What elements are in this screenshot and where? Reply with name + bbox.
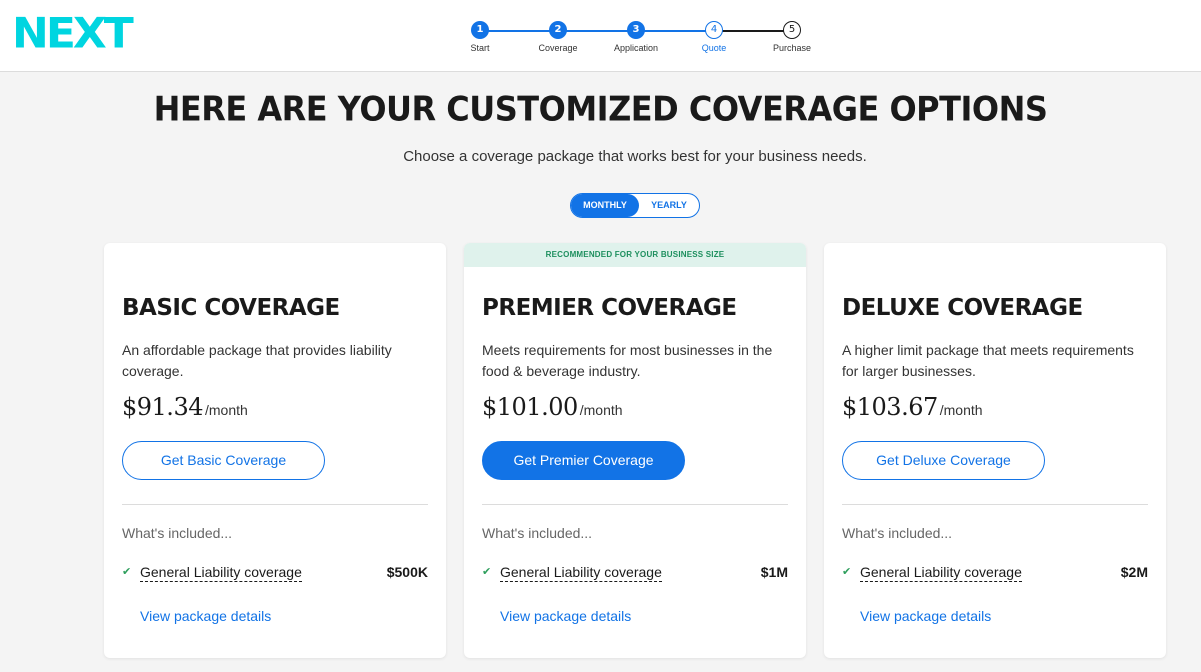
- get-premier-coverage-button[interactable]: Get Premier Coverage: [482, 441, 685, 480]
- whats-included-label: What's included...: [482, 525, 593, 541]
- plan-price-row: $91.34/month: [122, 393, 248, 421]
- general-liability-tooltip-label[interactable]: General Liability coverage: [140, 563, 302, 582]
- plan-period: /month: [204, 402, 248, 418]
- top-header: NEXT 1 Start 2 Coverage 3 Application 4 …: [0, 0, 1201, 72]
- plan-price: $91.34: [122, 393, 203, 421]
- view-package-details-link[interactable]: View package details: [140, 608, 271, 624]
- step-start: 1 Start: [440, 20, 520, 53]
- step-purchase: 5 Purchase: [752, 20, 832, 53]
- recommended-banner: RECOMMENDED FOR YOUR BUSINESS SIZE: [464, 243, 806, 267]
- whats-included-label: What's included...: [122, 525, 233, 541]
- general-liability-tooltip-label[interactable]: General Liability coverage: [860, 563, 1022, 582]
- page-title: HERE ARE YOUR CUSTOMIZED COVERAGE OPTION…: [153, 89, 1048, 129]
- page-subtitle: Choose a coverage package that works bes…: [403, 148, 867, 165]
- step-number: 2: [549, 21, 567, 39]
- toggle-yearly[interactable]: YEARLY: [639, 194, 699, 217]
- plan-period: /month: [579, 402, 623, 418]
- step-label: Quote: [701, 43, 727, 53]
- divider: [842, 504, 1148, 505]
- billing-toggle[interactable]: MONTHLY YEARLY: [570, 193, 700, 218]
- step-number: 5: [783, 21, 801, 39]
- coverage-amount: $500K: [386, 564, 428, 580]
- plan-title: DELUXE COVERAGE: [842, 295, 1083, 321]
- plan-title: PREMIER COVERAGE: [482, 295, 737, 321]
- step-label: Coverage: [538, 43, 578, 53]
- plan-price-row: $101.00/month: [482, 393, 623, 421]
- toggle-monthly[interactable]: MONTHLY: [571, 194, 639, 217]
- check-icon: ✔: [122, 565, 132, 578]
- step-number: 4: [705, 21, 723, 39]
- next-logo[interactable]: NEXT: [12, 11, 134, 57]
- general-liability-tooltip-label[interactable]: General Liability coverage: [500, 563, 662, 582]
- check-icon: ✔: [482, 565, 492, 578]
- plan-description: Meets requirements for most businesses i…: [482, 342, 773, 379]
- plan-title: BASIC COVERAGE: [122, 295, 340, 321]
- plan-card-basic: BASIC COVERAGE An affordable package tha…: [104, 243, 446, 658]
- divider: [122, 504, 428, 505]
- step-number: 1: [471, 21, 489, 39]
- get-basic-coverage-button[interactable]: Get Basic Coverage: [122, 441, 325, 480]
- step-number: 3: [627, 21, 645, 39]
- divider: [482, 504, 788, 505]
- check-icon: ✔: [842, 565, 852, 578]
- plan-description: A higher limit package that meets requir…: [842, 342, 1134, 379]
- plan-price-row: $103.67/month: [842, 393, 983, 421]
- step-application: 3 Application: [596, 20, 676, 53]
- plan-period: /month: [939, 402, 983, 418]
- view-package-details-link[interactable]: View package details: [500, 608, 631, 624]
- plan-card-premier: RECOMMENDED FOR YOUR BUSINESS SIZE PREMI…: [464, 243, 806, 658]
- step-coverage: 2 Coverage: [518, 20, 598, 53]
- get-deluxe-coverage-button[interactable]: Get Deluxe Coverage: [842, 441, 1045, 480]
- coverage-amount: $1M: [760, 564, 788, 580]
- plan-price: $101.00: [482, 393, 578, 421]
- step-label: Application: [613, 43, 659, 53]
- plan-price: $103.67: [842, 393, 938, 421]
- whats-included-label: What's included...: [842, 525, 953, 541]
- coverage-amount: $2M: [1120, 564, 1148, 580]
- plan-description: An affordable package that provides liab…: [122, 342, 392, 379]
- progress-stepper: 1 Start 2 Coverage 3 Application 4 Quote…: [440, 20, 840, 60]
- view-package-details-link[interactable]: View package details: [860, 608, 991, 624]
- plan-card-deluxe: DELUXE COVERAGE A higher limit package t…: [824, 243, 1166, 658]
- step-label: Start: [470, 43, 490, 53]
- step-quote: 4 Quote: [674, 20, 754, 53]
- step-label: Purchase: [772, 43, 812, 53]
